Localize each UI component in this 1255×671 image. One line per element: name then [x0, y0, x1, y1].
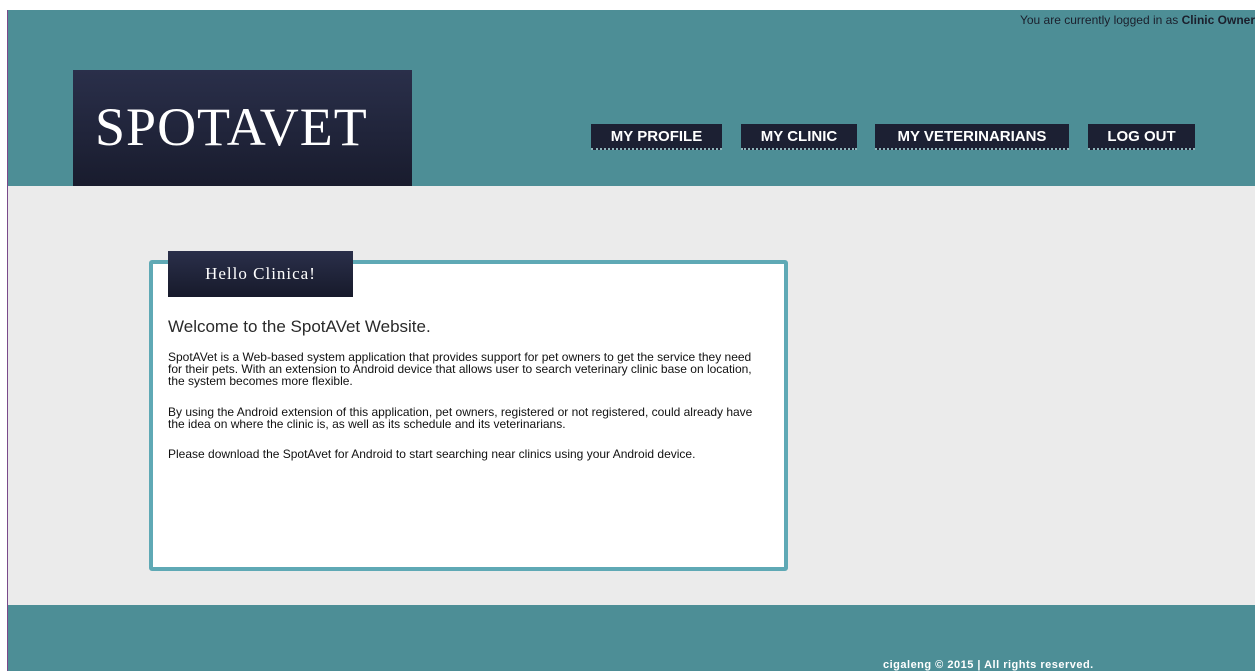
android-paragraph: By using the Android extension of this a…: [168, 405, 753, 431]
copyright-text: cigaleng © 2015 | All rights reserved.: [883, 659, 1094, 671]
nav-my-profile-button[interactable]: MY PROFILE: [591, 124, 722, 150]
header: You are currently logged in as Clinic Ow…: [8, 10, 1255, 196]
login-role: Clinic Owner: [1181, 13, 1255, 27]
intro-paragraph: SpotAVet is a Web-based system applicati…: [168, 350, 752, 388]
main-content: Hello Clinica! Welcome to the SpotAVet W…: [8, 186, 1255, 605]
nav-my-clinic-button[interactable]: MY CLINIC: [741, 124, 857, 150]
main-nav: MY PROFILE MY CLINIC MY VETERINARIANS LO…: [8, 124, 1255, 150]
nav-my-veterinarians-button[interactable]: MY VETERINARIANS: [875, 124, 1069, 150]
page: You are currently logged in as Clinic Ow…: [0, 0, 1255, 671]
login-status: You are currently logged in as Clinic Ow…: [1020, 13, 1255, 27]
welcome-heading: Welcome to the SpotAVet Website.: [168, 317, 431, 336]
nav-log-out-button[interactable]: LOG OUT: [1088, 124, 1195, 150]
greeting-tab: Hello Clinica!: [168, 251, 353, 297]
login-status-prefix: You are currently logged in as: [1019, 13, 1182, 27]
download-paragraph: Please download the SpotAvet for Android…: [168, 447, 696, 461]
footer: cigaleng © 2015 | All rights reserved.: [8, 605, 1255, 671]
